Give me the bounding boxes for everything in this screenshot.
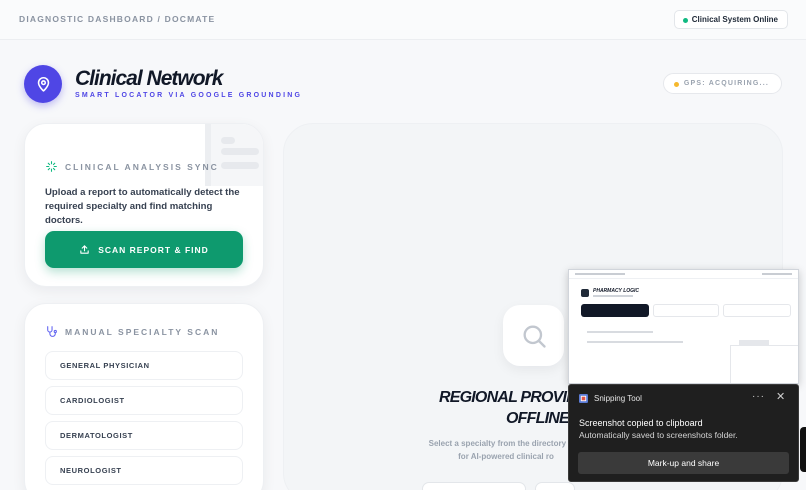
close-notification-button[interactable]: ✕ [776, 390, 785, 403]
stethoscope-icon [47, 326, 57, 337]
system-status-text: Clinical System Online [691, 15, 778, 24]
clinical-analysis-card: CLINICAL ANALYSIS SYNC Upload a report t… [24, 123, 264, 287]
upload-icon [80, 245, 89, 254]
notification-title: Screenshot copied to clipboard [579, 418, 703, 428]
offscreen-element [800, 427, 806, 472]
sparkle-icon [46, 161, 57, 172]
specialty-item-neurologist[interactable]: NEUROLOGIST [45, 456, 243, 485]
more-options-button[interactable]: ··· [752, 391, 765, 402]
specialty-item-cardiologist[interactable]: CARDIOLOGIST [45, 386, 243, 415]
top-bar: DIAGNOSTIC DASHBOARD / DOCMATE Clinical … [0, 0, 806, 40]
gps-dot-icon [673, 82, 679, 87]
specialty-item-general-physician[interactable]: GENERAL PHYSICIAN [45, 351, 243, 380]
specialty-item-dermatologist[interactable]: DERMATOLOGIST [45, 421, 243, 450]
filter-pill[interactable] [422, 482, 526, 490]
notification-body: Automatically saved to screenshots folde… [579, 430, 738, 440]
status-dot-icon [682, 18, 688, 23]
preview-tab [581, 304, 649, 317]
filter-pill[interactable] [535, 482, 575, 490]
page-title: Clinical Network [75, 67, 223, 90]
snipping-tool-icon [579, 394, 588, 403]
notification-app-name: Snipping Tool [594, 394, 642, 403]
scan-report-button[interactable]: SCAN REPORT & FIND [45, 231, 243, 268]
preview-title: PHARMACY LOGIC [593, 288, 640, 294]
screenshot-preview-thumbnail[interactable]: PHARMACY LOGIC [568, 269, 799, 384]
manual-specialty-heading: MANUAL SPECIALTY SCAN [45, 325, 219, 338]
preview-tab [653, 304, 719, 317]
markup-and-share-button[interactable]: Mark-up and share [578, 452, 789, 474]
location-pin-icon [24, 65, 62, 103]
document-decoration-icon [205, 124, 263, 186]
gps-status-text: GPS: ACQUIRING... [683, 80, 769, 87]
page-subtitle: SMART LOCATOR VIA GOOGLE GROUNDING [75, 92, 303, 99]
search-icon [503, 305, 564, 366]
gps-status-badge: GPS: ACQUIRING... [662, 73, 782, 94]
clinical-analysis-description: Upload a report to automatically detect … [45, 187, 240, 226]
manual-specialty-card: MANUAL SPECIALTY SCAN GENERAL PHYSICIAN … [24, 303, 264, 490]
preview-topbar [569, 270, 798, 279]
preview-inset [730, 345, 798, 383]
preview-logo-icon [581, 289, 589, 297]
snipping-tool-notification: Snipping Tool ··· ✕ Screenshot copied to… [568, 384, 799, 482]
clinical-analysis-heading: CLINICAL ANALYSIS SYNC [45, 160, 219, 173]
preview-tab [723, 304, 791, 317]
breadcrumb: DIAGNOSTIC DASHBOARD / DOCMATE [19, 14, 216, 24]
system-status-badge: Clinical System Online [673, 10, 788, 29]
